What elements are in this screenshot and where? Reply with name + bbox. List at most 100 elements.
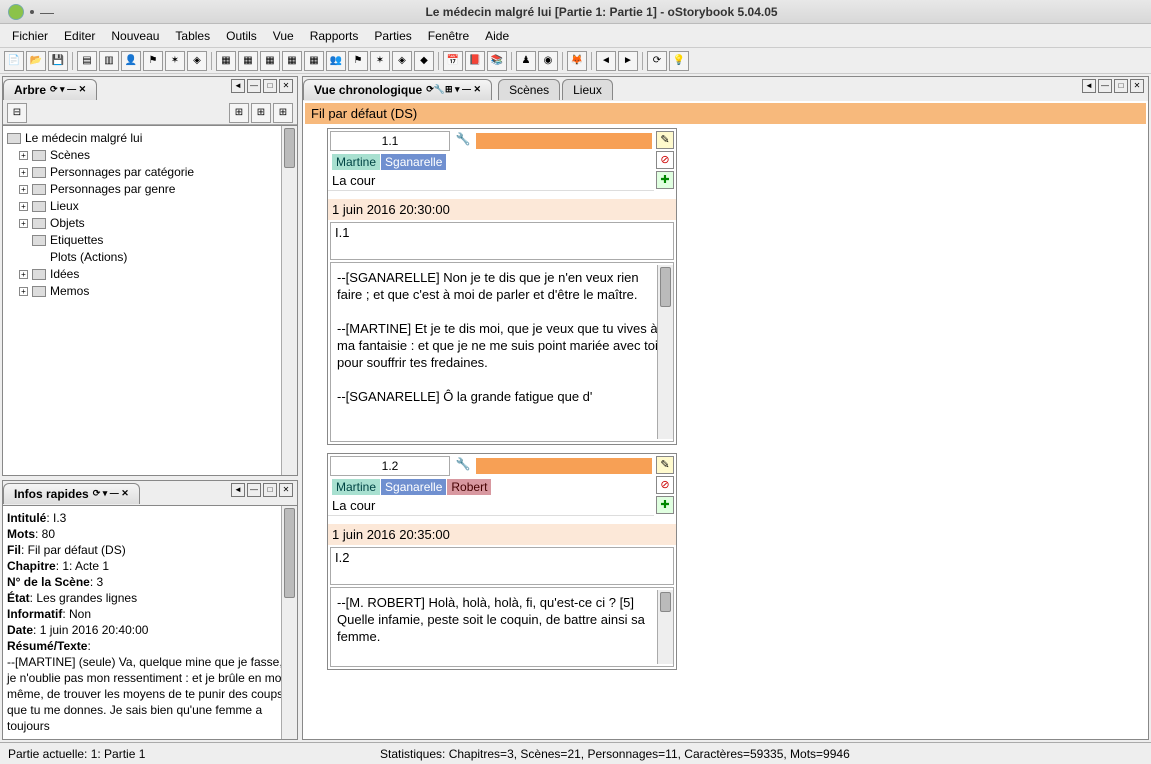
- toolbar-refresh-icon[interactable]: ⟳: [647, 51, 667, 71]
- window-minimize-button[interactable]: —: [40, 4, 54, 20]
- toolbar-pawn-icon[interactable]: ♟: [516, 51, 536, 71]
- scene-location: La cour: [328, 496, 654, 516]
- statusbar: Partie actuelle: 1: Partie 1 Statistique…: [0, 742, 1151, 764]
- toolbar-gear-icon[interactable]: ✶: [165, 51, 185, 71]
- toolbar-person-icon[interactable]: 👤: [121, 51, 141, 71]
- scene-delete-button[interactable]: ⊘: [656, 476, 674, 494]
- char-tag-sganarelle[interactable]: Sganarelle: [381, 479, 446, 495]
- scene-text-scrollbar[interactable]: [657, 590, 673, 664]
- tree-node-idees[interactable]: +Idées: [7, 266, 293, 283]
- chrono-panel-min-icon[interactable]: —: [1098, 79, 1112, 93]
- toolbar-star-icon[interactable]: ✶: [370, 51, 390, 71]
- scene-id-field[interactable]: I.1: [330, 222, 674, 260]
- tree-node-memos[interactable]: +Memos: [7, 283, 293, 300]
- chrono-panel-max-icon[interactable]: □: [1114, 79, 1128, 93]
- tree-node-objets[interactable]: +Objets: [7, 215, 293, 232]
- menu-outils[interactable]: Outils: [218, 27, 265, 45]
- menu-editer[interactable]: Editer: [56, 27, 103, 45]
- panel-close-icon[interactable]: ✕: [279, 79, 293, 93]
- menu-fenetre[interactable]: Fenêtre: [420, 27, 477, 45]
- info-panel-tab[interactable]: Infos rapides ⟳ ▾ — ✕: [3, 483, 140, 504]
- char-tag-sganarelle[interactable]: Sganarelle: [381, 154, 446, 170]
- tree-node-lieux[interactable]: +Lieux: [7, 198, 293, 215]
- panel-max-icon[interactable]: □: [263, 79, 277, 93]
- menu-parties[interactable]: Parties: [366, 27, 419, 45]
- toolbar-grid-icon[interactable]: ▦: [238, 51, 258, 71]
- tree-node-chars-cat[interactable]: +Personnages par catégorie: [7, 164, 293, 181]
- wrench-icon[interactable]: 🔧: [454, 457, 472, 475]
- toolbar-new-icon[interactable]: 📄: [4, 51, 24, 71]
- scene-add-button[interactable]: ✚: [656, 171, 674, 189]
- scene-id-field[interactable]: I.2: [330, 547, 674, 585]
- scene-delete-button[interactable]: ⊘: [656, 151, 674, 169]
- scene-edit-button[interactable]: ✎: [656, 131, 674, 149]
- tab-scenes[interactable]: Scènes: [498, 79, 560, 100]
- toolbar-flag-icon[interactable]: ⚑: [348, 51, 368, 71]
- panel-min-icon[interactable]: —: [247, 79, 261, 93]
- char-tag-martine[interactable]: Martine: [332, 479, 380, 495]
- toolbar-spiral-icon[interactable]: ◉: [538, 51, 558, 71]
- toolbar-tags-icon[interactable]: ◈: [392, 51, 412, 71]
- toolbar-book-icon[interactable]: 📕: [465, 51, 485, 71]
- menu-nouveau[interactable]: Nouveau: [103, 27, 167, 45]
- window-close-button[interactable]: [8, 4, 24, 20]
- scene-edit-button[interactable]: ✎: [656, 456, 674, 474]
- toolbar-grid4-icon[interactable]: ▦: [304, 51, 324, 71]
- wrench-icon[interactable]: 🔧: [454, 132, 472, 150]
- toolbar-doc-icon[interactable]: ▤: [77, 51, 97, 71]
- toolbar-grid2-icon[interactable]: ▦: [260, 51, 280, 71]
- tree-panel-tab[interactable]: Arbre ⟳ ▾ — ✕: [3, 79, 97, 100]
- toolbar-grid3-icon[interactable]: ▦: [282, 51, 302, 71]
- toolbar-location-icon[interactable]: ⚑: [143, 51, 163, 71]
- toolbar-doc2-icon[interactable]: ▥: [99, 51, 119, 71]
- char-tag-robert[interactable]: Robert: [447, 479, 491, 495]
- toolbar-mark-icon[interactable]: ◆: [414, 51, 434, 71]
- menu-rapports[interactable]: Rapports: [302, 27, 367, 45]
- tree-root[interactable]: Le médecin malgré lui: [7, 130, 293, 147]
- tree-node-chars-genre[interactable]: +Personnages par genre: [7, 181, 293, 198]
- toolbar-open-icon[interactable]: 📂: [26, 51, 46, 71]
- chrono-panel-tab[interactable]: Vue chronologique ⟳🔧⊞ ▾ — ✕: [303, 79, 492, 100]
- toolbar-table-icon[interactable]: ▦: [216, 51, 236, 71]
- toolbar-books-icon[interactable]: 📚: [487, 51, 507, 71]
- toolbar-prev-icon[interactable]: ◄: [596, 51, 616, 71]
- tree-toolbar-struct-icon[interactable]: ⊟: [7, 103, 27, 123]
- tree-toolbar-grid2-icon[interactable]: ⊞: [251, 103, 271, 123]
- chrono-panel-close-icon[interactable]: ✕: [1130, 79, 1144, 93]
- scene-add-button[interactable]: ✚: [656, 496, 674, 514]
- tree-node-etiquettes[interactable]: Etiquettes: [7, 232, 293, 249]
- tree-panel-tab-icons[interactable]: ⟳ ▾ — ✕: [50, 84, 86, 95]
- menu-vue[interactable]: Vue: [265, 27, 302, 45]
- info-panel-max-icon[interactable]: □: [263, 483, 277, 497]
- project-tree[interactable]: Le médecin malgré lui +Scènes +Personnag…: [3, 126, 297, 304]
- tree-toolbar-grid3-icon[interactable]: ⊞: [273, 103, 293, 123]
- char-tag-martine[interactable]: Martine: [332, 154, 380, 170]
- scene-text-scrollbar[interactable]: [657, 265, 673, 439]
- panel-prev-icon[interactable]: ◄: [231, 79, 245, 93]
- tab-lieux[interactable]: Lieux: [562, 79, 613, 100]
- toolbar-bulb-icon[interactable]: 💡: [669, 51, 689, 71]
- toolbar-tag-icon[interactable]: ◈: [187, 51, 207, 71]
- chrono-panel-prev-icon[interactable]: ◄: [1082, 79, 1096, 93]
- info-scrollbar[interactable]: [281, 506, 297, 739]
- info-panel-min-icon[interactable]: —: [247, 483, 261, 497]
- info-panel-prev-icon[interactable]: ◄: [231, 483, 245, 497]
- tree-toolbar-grid1-icon[interactable]: ⊞: [229, 103, 249, 123]
- tree-node-scenes[interactable]: +Scènes: [7, 147, 293, 164]
- info-panel-tab-icons[interactable]: ⟳ ▾ — ✕: [93, 488, 129, 499]
- chrono-panel: Vue chronologique ⟳🔧⊞ ▾ — ✕ Scènes Lieux…: [302, 76, 1149, 740]
- toolbar-calendar-icon[interactable]: 📅: [443, 51, 463, 71]
- info-panel-close-icon[interactable]: ✕: [279, 483, 293, 497]
- menu-aide[interactable]: Aide: [477, 27, 517, 45]
- toolbar-next-icon[interactable]: ►: [618, 51, 638, 71]
- scene-text-area[interactable]: --[M. ROBERT] Holà, holà, holà, fi, qu'e…: [330, 587, 674, 667]
- menu-tables[interactable]: Tables: [167, 27, 218, 45]
- scene-text-area[interactable]: --[SGANARELLE] Non je te dis que je n'en…: [330, 262, 674, 442]
- menu-fichier[interactable]: Fichier: [4, 27, 56, 45]
- tree-node-plots[interactable]: Plots (Actions): [7, 249, 293, 266]
- toolbar-people-icon[interactable]: 👥: [326, 51, 346, 71]
- chrono-panel-tab-icons[interactable]: ⟳🔧⊞ ▾ — ✕: [426, 84, 481, 95]
- toolbar-save-icon[interactable]: 💾: [48, 51, 68, 71]
- toolbar-fox-icon[interactable]: 🦊: [567, 51, 587, 71]
- tree-scrollbar[interactable]: [281, 126, 297, 475]
